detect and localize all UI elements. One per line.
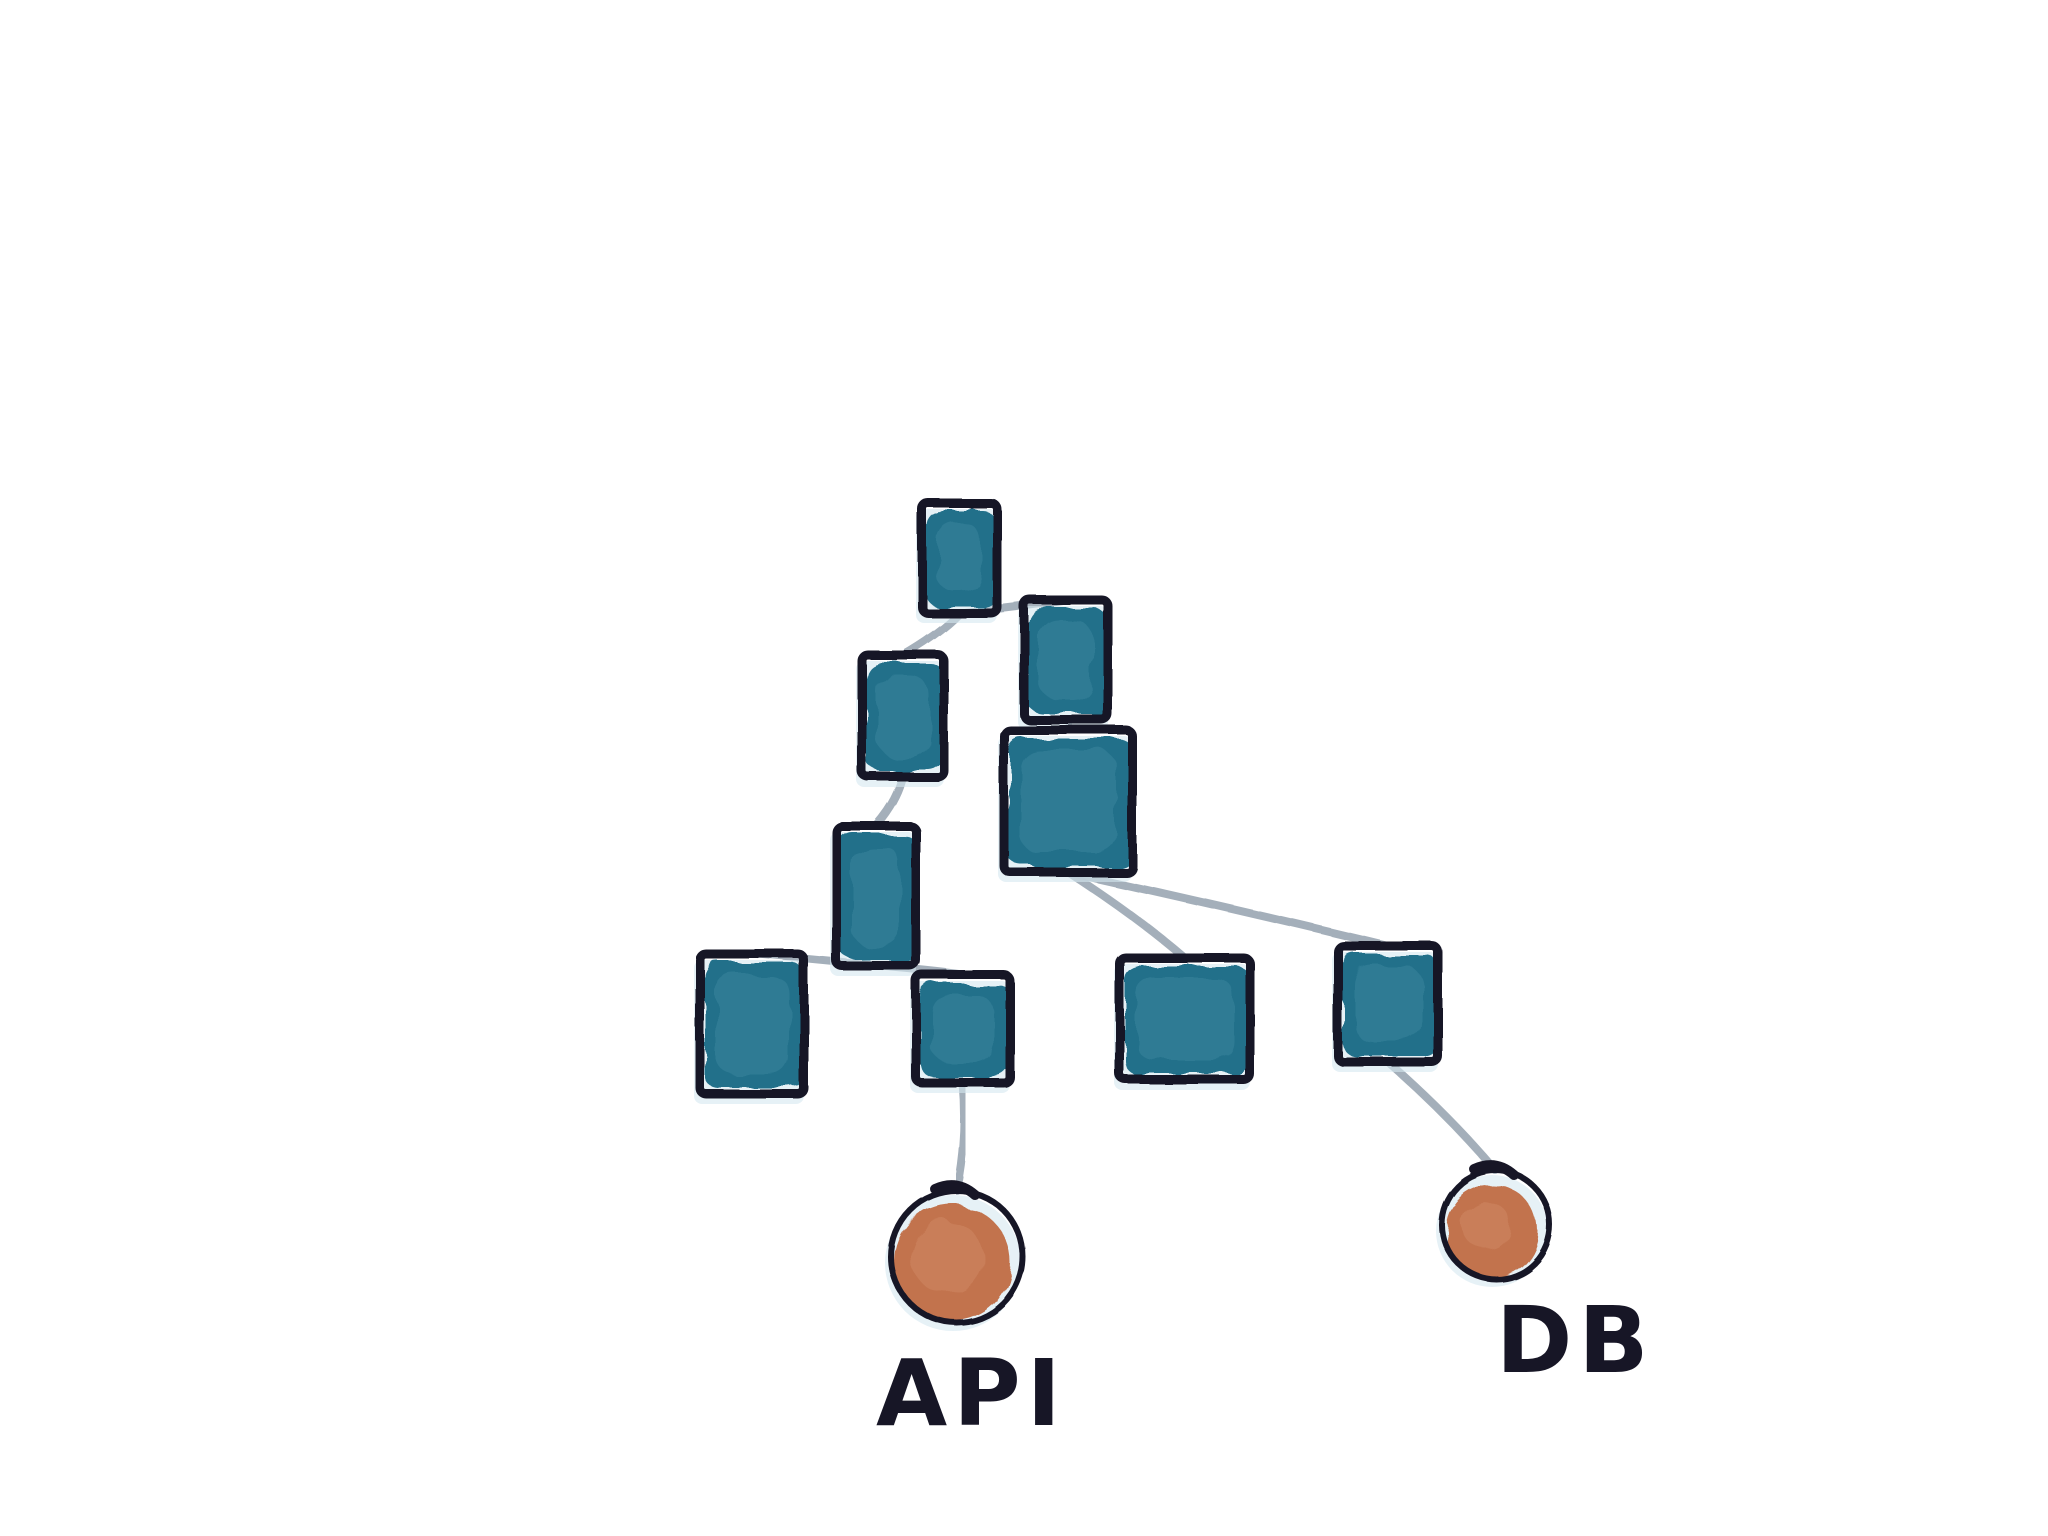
component-g-highlight — [1136, 978, 1234, 1060]
service-api-highlight — [911, 1221, 983, 1293]
component-c-highlight — [1020, 750, 1116, 852]
services — [885, 1160, 1553, 1331]
component-e-highlight — [716, 974, 788, 1074]
component-b-highlight — [1040, 620, 1092, 700]
component-root — [916, 498, 1002, 623]
component-a — [856, 650, 949, 787]
component-f-highlight — [932, 995, 994, 1063]
component-d — [830, 821, 921, 976]
component-d-highlight — [852, 846, 900, 946]
connector-h-db — [1384, 1058, 1500, 1175]
component-e — [694, 949, 809, 1104]
component-root-highlight — [938, 523, 981, 593]
connector-f-api — [953, 1079, 969, 1195]
service-api — [885, 1180, 1026, 1331]
component-a-highlight — [878, 675, 928, 757]
component-g — [1114, 953, 1255, 1090]
component-h-highlight — [1354, 966, 1422, 1042]
component-h — [1332, 941, 1443, 1072]
components — [694, 498, 1443, 1104]
db-label: DB — [1496, 1287, 1655, 1394]
component-c — [998, 725, 1137, 882]
service-db — [1436, 1160, 1553, 1287]
architecture-diagram: API DB — [694, 498, 1655, 1447]
component-b — [1018, 595, 1113, 730]
component-f — [910, 970, 1015, 1093]
service-db-highlight — [1462, 1201, 1510, 1249]
api-label: API — [876, 1340, 1067, 1447]
